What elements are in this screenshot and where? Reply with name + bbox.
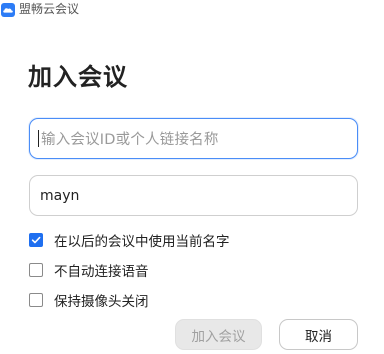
display-name-input[interactable]: mayn — [29, 175, 358, 216]
remember-name-checkbox[interactable] — [29, 233, 43, 247]
no-auto-audio-label: 不自动连接语音 — [54, 264, 149, 280]
join-meeting-button[interactable]: 加入会议 — [175, 319, 262, 350]
option-no-auto-audio[interactable]: 不自动连接语音 — [29, 260, 149, 280]
camera-off-label: 保持摄像头关闭 — [54, 294, 149, 310]
window-title: 盟畅云会议 — [19, 2, 80, 16]
join-meeting-window: 盟畅云会议 加入会议 输入会议ID或个人链接名称 mayn 在以后的会议中使用当… — [0, 0, 384, 354]
page-title: 加入会议 — [28, 63, 128, 91]
title-bar: 盟畅云会议 — [0, 0, 384, 18]
display-name-value: mayn — [40, 187, 80, 204]
meeting-id-placeholder: 输入会议ID或个人链接名称 — [41, 132, 219, 148]
checkmark-icon — [31, 236, 41, 244]
text-caret — [38, 130, 39, 147]
cancel-button[interactable]: 取消 — [279, 319, 358, 350]
cloud-app-icon — [1, 2, 15, 17]
remember-name-label: 在以后的会议中使用当前名字 — [54, 234, 230, 250]
option-camera-off[interactable]: 保持摄像头关闭 — [29, 290, 149, 310]
no-auto-audio-checkbox[interactable] — [29, 263, 43, 277]
camera-off-checkbox[interactable] — [29, 293, 43, 307]
option-remember-name[interactable]: 在以后的会议中使用当前名字 — [29, 230, 230, 250]
meeting-id-input[interactable]: 输入会议ID或个人链接名称 — [29, 118, 358, 159]
